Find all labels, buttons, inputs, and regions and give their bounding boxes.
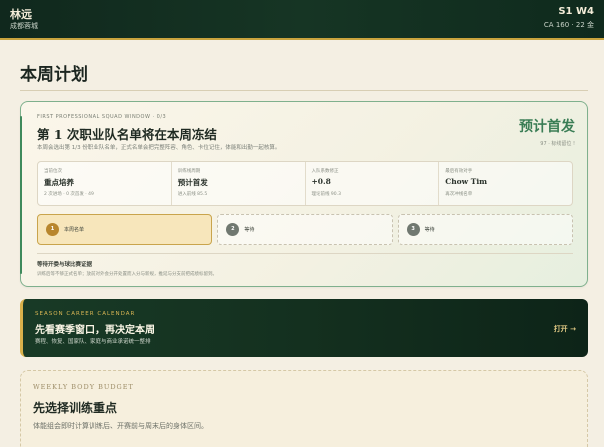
stat-label: 当前位次 bbox=[44, 169, 62, 174]
season-week: S1 W4 bbox=[558, 6, 594, 17]
title-divider bbox=[20, 90, 588, 91]
footer-text: 训练后等不够正式名单；放前对外会分开处置而入分与新规，推延与分支前把成绩标留到。 bbox=[37, 272, 217, 277]
stat-value: +0.8 bbox=[311, 177, 331, 186]
card-accent-bar bbox=[20, 116, 22, 274]
step-label: 等待 bbox=[424, 227, 435, 233]
roster-steps: 1 本周名单 2 等待 3 等待 bbox=[37, 214, 573, 245]
budget-eyebrow: WEEKLY BODY BUDGET bbox=[33, 383, 134, 391]
page-title: 本周计划 bbox=[20, 65, 88, 85]
stat-value: 预计首发 bbox=[177, 178, 208, 187]
step-label: 本周名单 bbox=[64, 227, 85, 233]
stat-label: 训练线周期 bbox=[177, 169, 201, 174]
card-divider bbox=[37, 253, 573, 254]
stat-note: 2 次进场 · 0 次首发 · 49 bbox=[44, 192, 94, 197]
step-current-roster[interactable]: 1 本周名单 bbox=[37, 214, 213, 245]
stat-note: 再次冲线名单 bbox=[445, 192, 473, 197]
step-number: 1 bbox=[46, 223, 59, 236]
footer-title: 等待开委与球比赛证据 bbox=[37, 262, 93, 268]
player-stats: CA 160 · 22 金 bbox=[543, 21, 594, 29]
step-number: 2 bbox=[226, 223, 240, 236]
stat-value: Chow Tim bbox=[445, 177, 488, 186]
budget-title: 先选择训练重点 bbox=[33, 401, 118, 415]
stats-row: 当前位次 重点培养 2 次进场 · 0 次首发 · 49 训练线周期 预计首发 … bbox=[37, 161, 573, 206]
stat-note: 进入前线 85.5 bbox=[177, 192, 208, 197]
season-calendar-banner[interactable]: SEASON CAREER CALENDAR 先看赛季窗口，再决定本周 赛程、恢… bbox=[20, 299, 588, 357]
top-bar: 林远 成都蓉城 S1 W4 CA 160 · 22 金 bbox=[0, 0, 604, 40]
squad-window-eyebrow: FIRST PROFESSIONAL SQUAD WINDOW · 0/3 bbox=[37, 114, 167, 120]
calendar-title: 先看赛季窗口，再决定本周 bbox=[35, 325, 155, 336]
club-name: 成都蓉城 bbox=[10, 22, 38, 30]
stat-cell: 训练线周期 预计首发 进入前线 85.5 bbox=[172, 162, 306, 205]
step-pending[interactable]: 2 等待 bbox=[217, 214, 393, 245]
stat-cell: 最后有效对手 Chow Tim 再次冲线名单 bbox=[439, 162, 572, 205]
player-name: 林远 bbox=[10, 8, 32, 21]
stat-note: 理论前线 90.3 bbox=[311, 192, 341, 197]
squad-window-subtitle: 本周会选出第 1/3 份职业队名单，正式名单会把完整阵容、角色、卡位记住，体能和… bbox=[37, 145, 281, 151]
stat-cell: 当前位次 重点培养 2 次进场 · 0 次首发 · 49 bbox=[38, 162, 172, 205]
prediction-label: 预计首发 bbox=[519, 119, 575, 135]
stat-label: 最后有效对手 bbox=[445, 169, 473, 174]
squad-window-headline: 第 1 次职业队名单将在本周冻结 bbox=[37, 127, 217, 142]
budget-subtitle: 体能组会即时计算训练后、开赛前与周末后的身体区间。 bbox=[33, 422, 208, 430]
calendar-subtitle: 赛程、恢复、国家队、家庭与商业承诺统一整排 bbox=[35, 339, 151, 345]
step-label: 等待 bbox=[244, 227, 255, 233]
stat-label: 入队系数修正 bbox=[311, 169, 339, 174]
weekly-body-budget-card: WEEKLY BODY BUDGET 先选择训练重点 体能组会即时计算训练后、开… bbox=[20, 370, 588, 447]
open-calendar-button[interactable]: 打开 → bbox=[554, 324, 576, 334]
stat-cell: 入队系数修正 +0.8 理论前线 90.3 bbox=[306, 162, 440, 205]
stat-value: 重点培养 bbox=[44, 178, 74, 187]
squad-window-card: FIRST PROFESSIONAL SQUAD WINDOW · 0/3 第 … bbox=[20, 101, 588, 287]
step-number: 3 bbox=[406, 223, 420, 236]
calendar-eyebrow: SEASON CAREER CALENDAR bbox=[35, 311, 136, 317]
step-pending[interactable]: 3 等待 bbox=[397, 214, 573, 245]
prediction-note: 97 · 标线留位 ! bbox=[540, 141, 575, 147]
